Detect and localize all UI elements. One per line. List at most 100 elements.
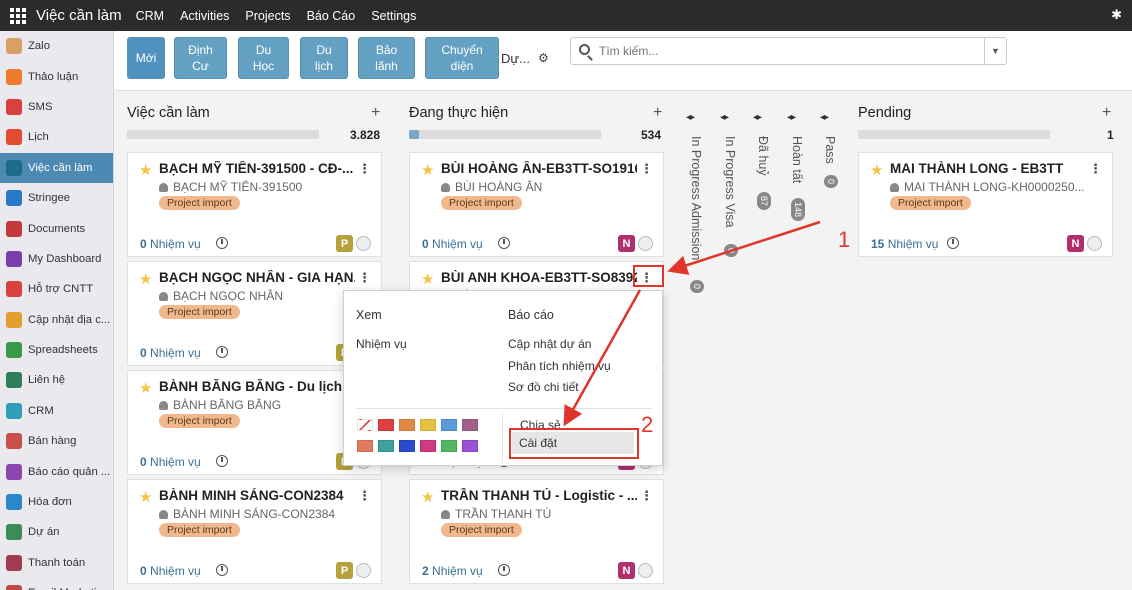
star-icon[interactable]: ★ — [139, 161, 152, 179]
search-input[interactable] — [599, 42, 979, 60]
menu-item-task-analysis[interactable]: Phân tích nhiệm vụ — [508, 359, 611, 373]
sidebar-item[interactable]: SMS — [0, 92, 113, 122]
star-icon[interactable]: ★ — [421, 488, 434, 506]
star-icon[interactable]: ★ — [139, 270, 152, 288]
expand-arrows-icon[interactable]: ◂▸ — [787, 112, 796, 123]
sidebar-item[interactable]: Liên hệ — [0, 365, 113, 395]
kanban-card[interactable]: ★ TRẦN THANH TÚ - Logistic - ... ⋮ TRẦN THA… — [409, 479, 664, 584]
sidebar-item[interactable]: Việc cần làm — [0, 152, 113, 183]
color-swatch[interactable] — [399, 440, 415, 452]
kanban-card[interactable]: ★ BÀNH MINH SÁNG-CON2384 ⋮ BÀNH MINH SÁNG-C… — [127, 479, 382, 584]
color-swatch[interactable] — [378, 419, 394, 431]
star-icon[interactable]: ★ — [139, 379, 152, 397]
tasks-link[interactable]: 0 Nhiệm vụ — [140, 564, 201, 578]
menu-item-tasks[interactable]: Nhiệm vụ — [356, 337, 407, 351]
status-circle[interactable] — [1087, 236, 1102, 251]
menu-item-project-update[interactable]: Cập nhật dự án — [508, 337, 591, 351]
clock-icon[interactable] — [216, 237, 228, 249]
sidebar-item[interactable]: CRM — [0, 396, 113, 426]
sidebar-item[interactable]: Spreadsheets — [0, 335, 113, 365]
sidebar-item[interactable]: Cập nhật địa c... — [0, 305, 113, 335]
kebab-menu-icon[interactable]: ⋮ — [640, 488, 653, 504]
kebab-menu-icon[interactable]: ⋮ — [358, 488, 371, 504]
kanban-card[interactable]: ★ BÙI HOÀNG ÂN-EB3TT-SO1916 ⋮ BÙI HOÀNG ÂN P… — [409, 152, 664, 257]
sidebar-item[interactable]: Lịch — [0, 122, 113, 152]
status-circle[interactable] — [638, 563, 653, 578]
expand-arrows-icon[interactable]: ◂▸ — [686, 112, 695, 123]
color-swatch[interactable] — [420, 440, 436, 452]
menu-item-burndown[interactable]: Sơ đồ chi tiết — [508, 380, 579, 394]
star-icon[interactable]: ★ — [421, 161, 434, 179]
kebab-menu-icon[interactable]: ⋮ — [1089, 161, 1102, 177]
tasks-link[interactable]: 0 Nhiệm vụ — [140, 237, 201, 251]
app-menu-icon[interactable] — [10, 7, 26, 24]
expand-arrows-icon[interactable]: ◂▸ — [753, 112, 762, 123]
star-icon[interactable]: ★ — [421, 270, 434, 288]
sidebar-item[interactable]: Thanh toán — [0, 548, 113, 578]
clock-icon[interactable] — [216, 346, 228, 358]
sidebar-item[interactable]: My Dashboard — [0, 244, 113, 274]
gear-icon[interactable]: ⚙ — [538, 51, 549, 65]
chevron-down-icon[interactable]: ▼ — [984, 38, 1006, 64]
expand-arrows-icon[interactable]: ◂▸ — [720, 112, 729, 123]
kanban-card[interactable]: ★ MAI THÀNH LONG - EB3TT ⋮ MAI THÀNH LONG-K… — [858, 152, 1113, 257]
top-menu-item[interactable]: Projects — [245, 9, 290, 23]
avatar[interactable]: N — [618, 235, 635, 252]
clock-icon[interactable] — [947, 237, 959, 249]
color-swatch[interactable] — [441, 419, 457, 431]
color-swatch[interactable] — [378, 440, 394, 452]
expand-arrows-icon[interactable]: ◂▸ — [820, 112, 829, 123]
no-color-swatch[interactable] — [357, 419, 373, 431]
sidebar-item[interactable]: Hỗ trợ CNTT — [0, 274, 113, 304]
progress-bar-pending[interactable] — [858, 130, 1050, 139]
tasks-link[interactable]: 0 Nhiệm vụ — [422, 237, 483, 251]
clock-icon[interactable] — [498, 564, 510, 576]
filter-chuyen-dien-button[interactable]: Chuyển diện — [425, 37, 499, 79]
tasks-link[interactable]: 0 Nhiệm vụ — [140, 455, 201, 469]
avatar[interactable]: N — [1067, 235, 1084, 252]
clock-icon[interactable] — [216, 455, 228, 467]
star-icon[interactable]: ★ — [139, 488, 152, 506]
status-circle[interactable] — [356, 563, 371, 578]
tasks-link[interactable]: 2 Nhiệm vụ — [422, 564, 483, 578]
sidebar-item[interactable]: Thảo luận — [0, 61, 113, 91]
star-icon[interactable]: ★ — [870, 161, 883, 179]
color-swatch[interactable] — [420, 419, 436, 431]
kanban-card[interactable]: ★ BẠCH MỸ TIÊN-391500 - CĐ-... ⋮ BẠCH MỸ TI… — [127, 152, 382, 257]
top-menu-item[interactable]: Activities — [180, 9, 229, 23]
color-swatch[interactable] — [441, 440, 457, 452]
color-swatch[interactable] — [357, 440, 373, 452]
progress-bar-todo[interactable] — [127, 130, 319, 139]
color-swatch[interactable] — [462, 419, 478, 431]
color-swatch[interactable] — [399, 419, 415, 431]
clock-icon[interactable] — [216, 564, 228, 576]
sidebar-item[interactable]: Bán hàng — [0, 426, 113, 456]
sidebar-item[interactable]: Stringee — [0, 183, 113, 213]
add-card-in-progress-icon[interactable]: + — [653, 104, 662, 122]
sidebar-item[interactable]: Email Marketing — [0, 578, 113, 590]
sidebar-item[interactable]: Documents — [0, 213, 113, 243]
debug-bug-icon[interactable]: ✱ — [1111, 7, 1122, 23]
sidebar-item[interactable]: Dự án — [0, 517, 113, 547]
sidebar-item[interactable]: Hóa đơn — [0, 487, 113, 517]
new-button[interactable]: Mới — [127, 37, 165, 79]
color-swatch[interactable] — [462, 440, 478, 452]
filter-dinh-cu-button[interactable]: Định Cư — [174, 37, 227, 79]
avatar[interactable]: P — [336, 235, 353, 252]
progress-bar-in-progress[interactable] — [409, 130, 601, 139]
kebab-menu-icon[interactable]: ⋮ — [358, 161, 371, 177]
avatar[interactable]: P — [336, 562, 353, 579]
top-menu-item[interactable]: Settings — [371, 9, 416, 23]
app-title[interactable]: Việc cần làm — [36, 7, 122, 24]
filter-du-lich-button[interactable]: Du lịch — [300, 37, 348, 79]
avatar[interactable]: N — [618, 562, 635, 579]
status-circle[interactable] — [638, 236, 653, 251]
more-filters-dropdown[interactable]: Dự... — [501, 51, 530, 66]
top-menu-item[interactable]: Báo Cáo — [307, 9, 356, 23]
tasks-link[interactable]: 0 Nhiệm vụ — [140, 346, 201, 360]
kebab-menu-icon[interactable]: ⋮ — [640, 161, 653, 177]
kebab-menu-icon[interactable]: ⋮ — [358, 270, 371, 286]
add-card-todo-icon[interactable]: + — [371, 104, 380, 122]
sidebar-item[interactable]: Báo cáo quản ... — [0, 456, 113, 486]
filter-bao-lanh-button[interactable]: Bảo lãnh — [358, 37, 415, 79]
